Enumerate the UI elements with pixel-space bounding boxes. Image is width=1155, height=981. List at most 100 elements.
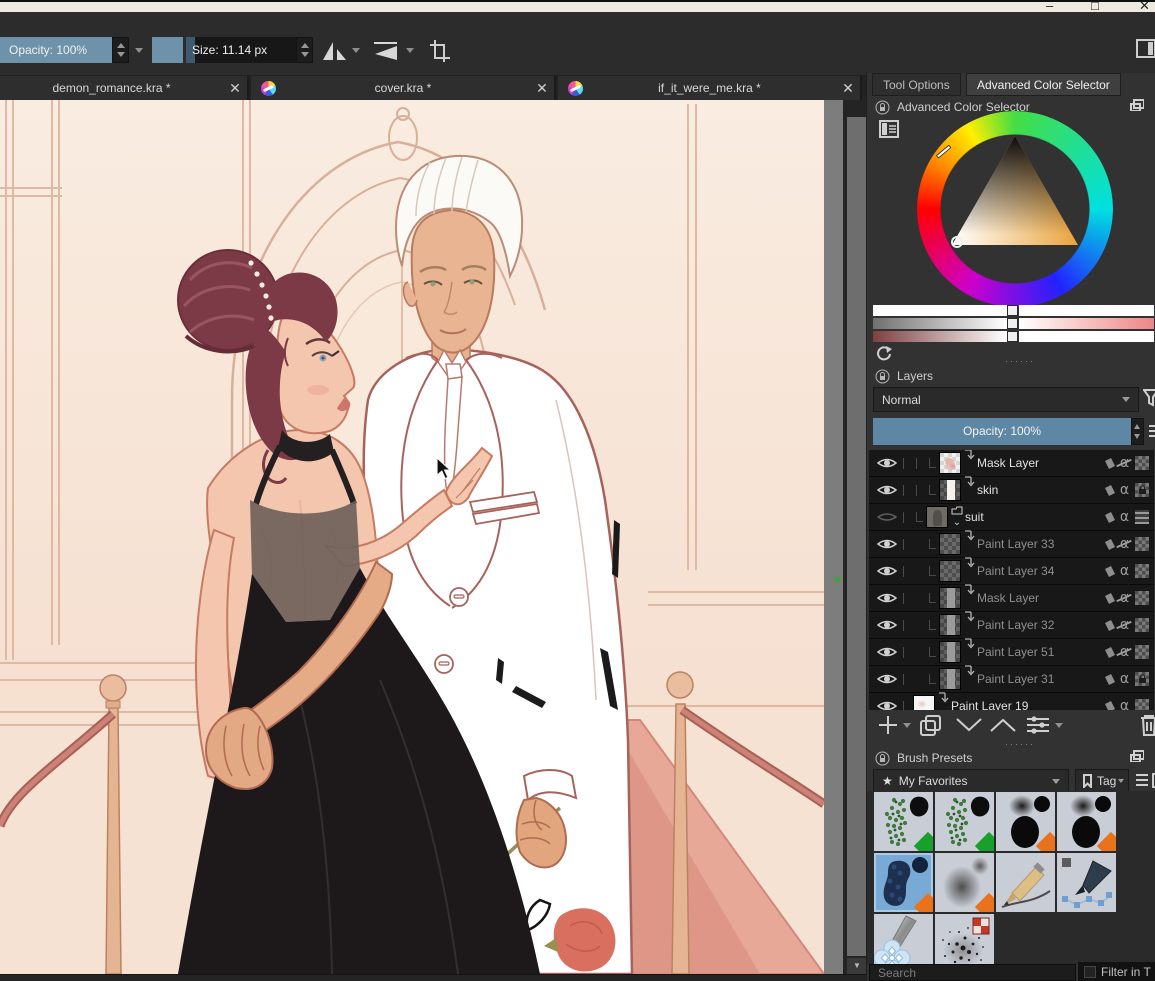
splitter-handle[interactable]: ······ xyxy=(1005,356,1035,366)
visibility-eye-icon[interactable] xyxy=(877,456,897,470)
alpha-struck-icon[interactable]: α xyxy=(1116,590,1133,606)
close-icon[interactable]: ✕ xyxy=(1139,0,1150,12)
layer-properties-button[interactable] xyxy=(1025,714,1051,736)
alpha-struck-icon[interactable]: α xyxy=(1116,455,1133,471)
size-slider[interactable]: Size: 11.14 px xyxy=(186,37,296,63)
workspace-chooser-icon[interactable] xyxy=(1136,38,1155,60)
presets-list-view-icon[interactable] xyxy=(1135,773,1149,788)
visibility-eye-icon[interactable] xyxy=(877,618,897,632)
layer-thumbnail[interactable] xyxy=(913,695,935,710)
scroll-down-button[interactable]: ▼ xyxy=(847,958,867,974)
alpha-plain-icon[interactable]: α xyxy=(1116,671,1133,687)
add-layer-dropdown-icon[interactable] xyxy=(903,723,911,728)
layer-opacity-spinner[interactable] xyxy=(1131,418,1144,445)
alpha-plain-icon[interactable]: α xyxy=(1116,563,1133,579)
layer-thumbnail[interactable] xyxy=(939,452,961,474)
shade-bar-right-2[interactable] xyxy=(1019,318,1154,329)
layer-lock-icon[interactable] xyxy=(1103,645,1116,659)
layer-lock-icon[interactable] xyxy=(1103,537,1116,551)
layer-lock-icon[interactable] xyxy=(1103,456,1116,470)
tag-filter-select[interactable]: ★ My Favorites xyxy=(873,769,1069,793)
alpha-struck-icon[interactable]: α xyxy=(1116,644,1133,660)
maximize-icon[interactable]: □ xyxy=(1091,0,1099,12)
vertical-scrollbar-thumb[interactable] xyxy=(847,117,867,956)
saturation-value-triangle[interactable] xyxy=(917,111,1113,307)
opacity-spinner[interactable] xyxy=(112,37,129,63)
brush-swatch[interactable] xyxy=(152,37,183,63)
layer-lock-icon[interactable] xyxy=(1103,618,1116,632)
mirror-horizontal-dropdown-icon[interactable] xyxy=(352,48,360,53)
alpha-plain-icon[interactable]: α xyxy=(1116,509,1133,525)
layer-row[interactable]: Paint Layer 51α xyxy=(869,639,1154,666)
shade-handle-2[interactable] xyxy=(1007,318,1018,329)
visibility-eye-icon[interactable] xyxy=(877,645,897,659)
layer-thumbnail[interactable] xyxy=(939,641,961,663)
layer-row[interactable]: ⌄suitα xyxy=(869,504,1154,531)
layer-lock-icon[interactable] xyxy=(1103,672,1116,686)
splitter-handle[interactable]: ······ xyxy=(1005,739,1035,749)
layer-properties-dropdown-icon[interactable] xyxy=(1055,723,1063,728)
layer-thumbnail[interactable] xyxy=(939,587,961,609)
layer-thumbnail[interactable] xyxy=(939,668,961,690)
size-spinner[interactable] xyxy=(296,37,313,63)
layer-lock-icon[interactable] xyxy=(1103,591,1116,605)
layer-lock-icon[interactable] xyxy=(1103,699,1116,710)
opacity-slider[interactable]: Opacity: 100% xyxy=(0,37,112,63)
mirror-vertical-icon[interactable] xyxy=(372,40,400,62)
float-docker-icon[interactable] xyxy=(1130,750,1144,762)
add-layer-button[interactable] xyxy=(877,714,899,736)
layer-thumbnail[interactable] xyxy=(939,479,961,501)
shade-handle-1[interactable] xyxy=(1007,305,1018,316)
blend-mode-select[interactable]: Normal xyxy=(873,387,1139,412)
speckle-green-brush-2[interactable] xyxy=(935,792,994,851)
mirror-horizontal-icon[interactable] xyxy=(322,40,348,62)
expand-group-icon[interactable]: ⌄ xyxy=(951,506,963,528)
visibility-eye-icon[interactable] xyxy=(877,564,897,578)
curve-pen-brush[interactable] xyxy=(1057,853,1116,912)
shade-bar-left-3[interactable] xyxy=(873,331,1007,342)
visibility-eye-icon[interactable] xyxy=(877,537,897,551)
opacity-dropdown-icon[interactable] xyxy=(135,48,143,53)
crop-icon[interactable] xyxy=(428,38,452,64)
document-tab[interactable]: if_it_were_me.kra *✕ xyxy=(558,76,862,100)
filter-in-tag-checkbox[interactable] xyxy=(1084,966,1096,978)
pencil-brush[interactable] xyxy=(996,853,1055,912)
shade-bar-right-1[interactable] xyxy=(1019,305,1154,316)
shade-bar-left-2[interactable] xyxy=(873,318,1007,329)
document-tab[interactable]: cover.kra *✕ xyxy=(251,76,556,100)
layer-row[interactable]: Mask Layerα xyxy=(869,450,1154,477)
ink-smudge-brush-2[interactable] xyxy=(1057,792,1116,851)
layer-thumbnail[interactable] xyxy=(926,506,948,528)
soft-smudge-brush[interactable] xyxy=(935,853,994,912)
canvas[interactable] xyxy=(0,100,824,974)
visibility-eye-icon[interactable] xyxy=(877,483,897,497)
layer-row[interactable]: Paint Layer 34α xyxy=(869,558,1154,585)
delete-layer-button[interactable] xyxy=(1139,713,1155,737)
layer-thumbnail[interactable] xyxy=(939,533,961,555)
close-tab-icon[interactable]: ✕ xyxy=(223,80,247,97)
shade-handle-3[interactable] xyxy=(1007,331,1018,342)
layer-row[interactable]: skinα xyxy=(869,477,1154,504)
layer-thumbnail[interactable] xyxy=(939,560,961,582)
minimize-icon[interactable]: – xyxy=(1046,0,1053,12)
stamp-pen-brush[interactable] xyxy=(874,914,933,964)
visibility-eye-icon[interactable] xyxy=(877,510,897,524)
shade-bar-right-3[interactable] xyxy=(1019,331,1154,342)
paint-blue-brush[interactable] xyxy=(874,853,933,912)
move-layer-down-button[interactable] xyxy=(955,717,983,733)
mirror-vertical-dropdown-icon[interactable] xyxy=(406,48,414,53)
close-tab-icon[interactable]: ✕ xyxy=(836,80,860,97)
layer-opacity-slider[interactable]: Opacity: 100% xyxy=(873,418,1131,445)
filter-layers-icon[interactable] xyxy=(1143,389,1155,407)
splatter-brush[interactable] xyxy=(935,914,994,964)
tab-advanced-color-selector[interactable]: Advanced Color Selector xyxy=(966,73,1121,96)
speckle-green-brush[interactable] xyxy=(874,792,933,851)
alpha-struck-icon[interactable]: α xyxy=(1116,536,1133,552)
shade-bar-left-1[interactable] xyxy=(873,305,1007,316)
duplicate-layer-button[interactable] xyxy=(919,714,943,736)
move-layer-up-button[interactable] xyxy=(989,717,1017,733)
layer-lock-icon[interactable] xyxy=(1103,510,1116,524)
visibility-eye-icon[interactable] xyxy=(877,591,897,605)
alpha-struck-icon[interactable]: α xyxy=(1116,617,1133,633)
tag-button[interactable]: Tag xyxy=(1075,769,1129,793)
